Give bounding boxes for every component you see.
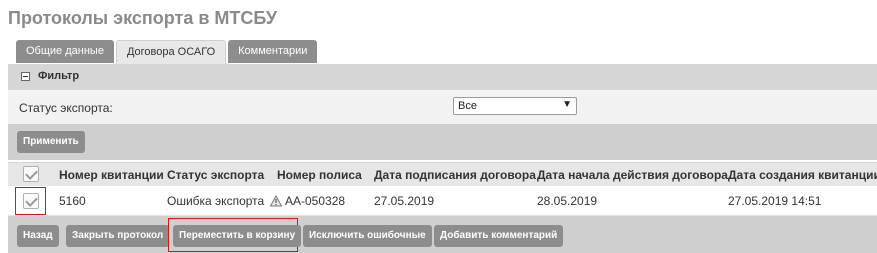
tab-bar: Общие данные Договора ОСАГО Комментарии xyxy=(16,40,319,64)
export-status-value: Все xyxy=(458,100,477,112)
start-date-cell: 28.05.2019 xyxy=(537,194,598,208)
column-header-sign-date[interactable]: Дата подписания договора xyxy=(374,168,536,182)
column-header-receipt-number[interactable]: Номер квитанции xyxy=(59,168,164,182)
exclude-errors-button[interactable]: Исключить ошибочные xyxy=(303,225,432,247)
filter-header[interactable]: Фильтр xyxy=(8,64,877,90)
export-status-label: Статус экспорта: xyxy=(19,101,113,115)
policy-number-cell: АА-050328 xyxy=(285,194,346,208)
close-protocol-button[interactable]: Закрыть протокол xyxy=(66,225,170,247)
tab-osago-contracts[interactable]: Договора ОСАГО xyxy=(115,40,227,64)
created-cell: 27.05.2019 14:51 xyxy=(728,194,822,208)
caret-down-icon: ▼ xyxy=(562,99,572,110)
back-button[interactable]: Назад xyxy=(17,225,59,247)
sign-date-cell: 27.05.2019 xyxy=(374,194,435,208)
table-row[interactable]: 5160 Ошибка экспорта АА-050328 27.05.201… xyxy=(8,186,877,216)
apply-button[interactable]: Применить xyxy=(17,131,85,153)
tab-general[interactable]: Общие данные xyxy=(16,40,114,63)
column-header-created[interactable]: Дата создания квитанции xyxy=(728,168,877,182)
filter-title: Фильтр xyxy=(38,70,80,82)
select-all-checkbox[interactable] xyxy=(23,166,39,182)
tab-comments[interactable]: Комментарии xyxy=(228,40,318,63)
receipt-number-cell: 5160 xyxy=(59,194,86,208)
collapse-icon[interactable] xyxy=(21,72,30,81)
row-checkbox[interactable] xyxy=(23,193,39,209)
table-header: Номер квитанции Статус экспорта Номер по… xyxy=(8,162,877,186)
warning-triangle-icon[interactable] xyxy=(270,195,282,207)
move-to-trash-button[interactable]: Переместить в корзину xyxy=(173,225,302,247)
apply-bar: Применить xyxy=(8,124,877,160)
column-header-policy-number[interactable]: Номер полиса xyxy=(277,168,362,182)
export-status-cell: Ошибка экспорта xyxy=(167,194,265,208)
column-header-start-date[interactable]: Дата начала действия договора xyxy=(537,168,728,182)
page-title: Протоколы экспорта в МТСБУ xyxy=(8,8,278,28)
filter-body: Статус экспорта: Все ▼ xyxy=(8,90,877,124)
export-status-select[interactable]: Все ▼ xyxy=(453,97,577,115)
action-bar: Назад Закрыть протокол Переместить в кор… xyxy=(8,216,877,253)
add-comment-button[interactable]: Добавить комментарий xyxy=(434,225,564,247)
column-header-export-status[interactable]: Статус экспорта xyxy=(167,168,264,182)
